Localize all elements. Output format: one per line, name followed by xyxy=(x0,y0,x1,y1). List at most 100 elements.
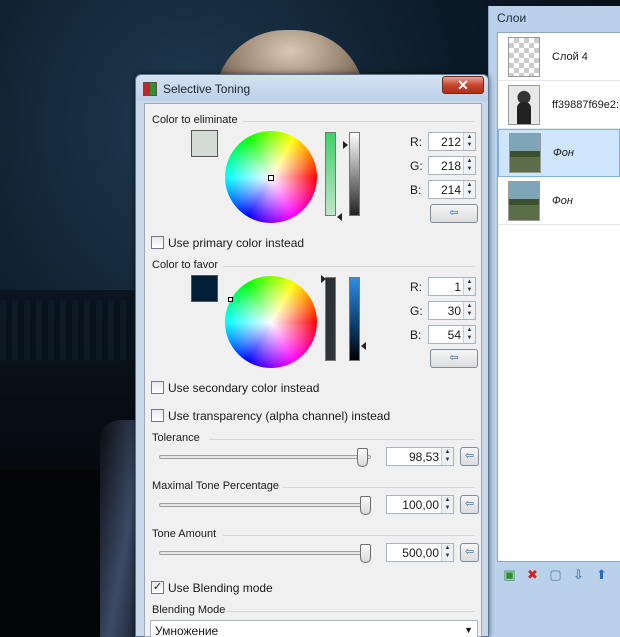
eliminate-section-label: Color to eliminate xyxy=(152,114,238,126)
eliminate-value-handle[interactable] xyxy=(343,141,348,149)
max-tone-label: Maximal Tone Percentage xyxy=(152,480,279,492)
favor-saturation-bar[interactable] xyxy=(325,277,336,361)
tone-amount-slider-track[interactable] xyxy=(159,551,371,555)
divider xyxy=(283,487,475,488)
divider xyxy=(223,535,475,536)
max-tone-input[interactable]: 100,00 ▲ ▼ xyxy=(386,495,454,514)
use-transparency-label: Use transparency (alpha channel) instead xyxy=(168,409,391,423)
favor-g-input[interactable]: 30 ▲ ▼ xyxy=(428,301,476,320)
spin-buttons[interactable]: ▲ ▼ xyxy=(463,302,475,319)
use-transparency-checkbox[interactable] xyxy=(151,409,164,422)
layer-thumbnail xyxy=(508,36,540,77)
move-up-icon[interactable]: ⬆ xyxy=(593,566,610,583)
favor-value-bar[interactable] xyxy=(349,277,360,361)
layer-thumbnail xyxy=(508,84,540,125)
layer-label: Фон xyxy=(553,147,574,159)
g-label: G: xyxy=(410,159,423,173)
divider xyxy=(243,121,475,122)
eliminate-g-value: 218 xyxy=(440,159,461,173)
use-secondary-checkbox[interactable] xyxy=(151,381,164,394)
layers-panel: Слои Слой 4 ff39887f69e2: Фон Фон ▣ ✖ ▢ … xyxy=(488,6,620,637)
eliminate-apply-button[interactable]: ⇦ xyxy=(430,204,478,223)
layer-thumbnail xyxy=(508,180,540,221)
layer-item[interactable]: ff39887f69e2: xyxy=(498,81,620,129)
blending-mode-label: Blending Mode xyxy=(152,604,226,616)
spin-buttons[interactable]: ▲ ▼ xyxy=(463,181,475,198)
layer-label: Слой 4 xyxy=(552,50,588,63)
favor-b-input[interactable]: 54 ▲ ▼ xyxy=(428,325,476,344)
use-blending-checkbox[interactable]: ✓ xyxy=(151,581,164,594)
b-label: B: xyxy=(410,183,422,197)
b-label: B: xyxy=(410,328,422,342)
eliminate-wheel-marker[interactable] xyxy=(268,175,274,181)
layer-label: Фон xyxy=(552,194,573,207)
max-tone-reset-button[interactable]: ⇦ xyxy=(460,495,479,514)
layers-list[interactable]: Слой 4 ff39887f69e2: Фон Фон xyxy=(497,32,620,562)
dialog-titlebar[interactable]: Selective Toning ✕ xyxy=(136,75,488,101)
favor-color-wheel[interactable] xyxy=(225,276,317,368)
blending-mode-select[interactable]: Умножение ▼ xyxy=(150,620,478,637)
eliminate-saturation-handle[interactable] xyxy=(337,213,342,221)
layer-toolbar: ▣ ✖ ▢ ⇩ ⬆ xyxy=(501,566,610,583)
delete-layer-icon[interactable]: ✖ xyxy=(524,566,541,583)
spin-buttons[interactable]: ▲ ▼ xyxy=(463,326,475,343)
r-label: R: xyxy=(410,135,422,149)
use-primary-label: Use primary color instead xyxy=(168,236,305,250)
duplicate-layer-icon[interactable]: ▢ xyxy=(547,566,564,583)
add-layer-icon[interactable]: ▣ xyxy=(501,566,518,583)
spin-buttons[interactable]: ▲ ▼ xyxy=(463,133,475,150)
spin-buttons[interactable]: ▲ ▼ xyxy=(441,544,453,561)
divider xyxy=(227,611,475,612)
spin-buttons[interactable]: ▲ ▼ xyxy=(441,448,453,465)
eliminate-g-input[interactable]: 218 ▲ ▼ xyxy=(428,156,476,175)
tone-amount-slider-thumb[interactable] xyxy=(360,544,371,563)
tone-amount-input[interactable]: 500,00 ▲ ▼ xyxy=(386,543,454,562)
max-tone-slider-track[interactable] xyxy=(159,503,371,507)
favor-apply-button[interactable]: ⇦ xyxy=(430,349,478,368)
layer-item-selected[interactable]: Фон xyxy=(498,129,620,177)
tone-amount-value: 500,00 xyxy=(402,546,439,560)
close-button[interactable]: ✕ xyxy=(442,76,484,94)
tolerance-reset-button[interactable]: ⇦ xyxy=(460,447,479,466)
eliminate-value-bar[interactable] xyxy=(349,132,360,216)
eliminate-saturation-bar[interactable] xyxy=(325,132,336,216)
tone-amount-reset-button[interactable]: ⇦ xyxy=(460,543,479,562)
selective-toning-dialog: Selective Toning ✕ Color to eliminate R:… xyxy=(135,74,489,637)
layer-thumbnail xyxy=(509,133,541,173)
favor-r-input[interactable]: 1 ▲ ▼ xyxy=(428,277,476,296)
app-icon xyxy=(143,82,157,96)
favor-value-handle[interactable] xyxy=(361,342,366,350)
r-label: R: xyxy=(410,280,422,294)
eliminate-r-input[interactable]: 212 ▲ ▼ xyxy=(428,132,476,151)
layer-label: ff39887f69e2: xyxy=(552,98,620,111)
eliminate-b-input[interactable]: 214 ▲ ▼ xyxy=(428,180,476,199)
max-tone-slider-thumb[interactable] xyxy=(360,496,371,515)
favor-saturation-handle[interactable] xyxy=(321,275,326,283)
favor-g-value: 30 xyxy=(447,304,461,318)
tolerance-slider-thumb[interactable] xyxy=(356,448,368,467)
spin-buttons[interactable]: ▲ ▼ xyxy=(463,278,475,295)
layer-item[interactable]: Фон xyxy=(498,177,620,225)
tolerance-slider-track[interactable] xyxy=(159,455,371,459)
divider xyxy=(209,439,475,440)
favor-section-label: Color to favor xyxy=(152,259,219,271)
eliminate-b-value: 214 xyxy=(440,183,461,197)
spin-buttons[interactable]: ▲ ▼ xyxy=(463,157,475,174)
max-tone-value: 100,00 xyxy=(402,498,439,512)
favor-color-swatch[interactable] xyxy=(191,275,218,302)
merge-down-icon[interactable]: ⇩ xyxy=(570,566,587,583)
eliminate-r-value: 212 xyxy=(440,135,461,149)
chevron-down-icon: ▼ xyxy=(464,625,473,635)
dialog-content: Color to eliminate R: 212 ▲ ▼ G: 218 ▲ ▼ B… xyxy=(144,103,482,637)
eliminate-color-swatch[interactable] xyxy=(191,130,218,157)
use-secondary-label: Use secondary color instead xyxy=(168,381,320,395)
layer-item[interactable]: Слой 4 xyxy=(498,33,620,81)
spin-buttons[interactable]: ▲ ▼ xyxy=(441,496,453,513)
tolerance-label: Tolerance xyxy=(152,432,200,444)
use-blending-label: Use Blending mode xyxy=(168,581,273,595)
favor-wheel-marker[interactable] xyxy=(228,297,233,302)
use-primary-checkbox[interactable] xyxy=(151,236,164,249)
tolerance-input[interactable]: 98,53 ▲ ▼ xyxy=(386,447,454,466)
photo-figure xyxy=(100,420,140,637)
dialog-title: Selective Toning xyxy=(163,82,251,96)
